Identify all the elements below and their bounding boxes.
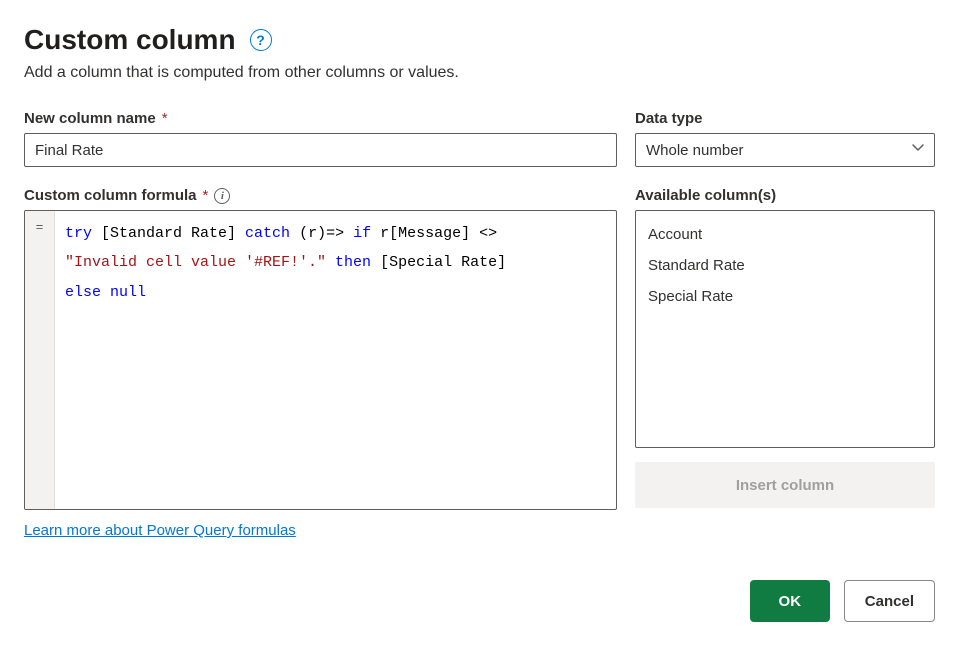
formula-gutter: = xyxy=(25,211,55,509)
learn-more-link[interactable]: Learn more about Power Query formulas xyxy=(24,522,296,539)
column-name-label: New column name * xyxy=(24,110,617,127)
available-columns-list[interactable]: Account Standard Rate Special Rate xyxy=(635,210,935,448)
info-icon[interactable]: i xyxy=(214,188,230,204)
help-icon[interactable]: ? xyxy=(250,29,272,51)
insert-column-button[interactable]: Insert column xyxy=(635,462,935,508)
required-star: * xyxy=(203,187,209,204)
column-name-label-text: New column name xyxy=(24,110,156,127)
available-columns-label: Available column(s) xyxy=(635,187,935,204)
dialog-subtitle: Add a column that is computed from other… xyxy=(24,64,935,82)
column-name-input[interactable] xyxy=(24,133,617,167)
formula-code[interactable]: try [Standard Rate] catch (r)=> if r[Mes… xyxy=(55,211,616,509)
list-item[interactable]: Standard Rate xyxy=(636,250,934,281)
dialog-title: Custom column xyxy=(24,24,236,56)
formula-label-text: Custom column formula xyxy=(24,187,197,204)
data-type-select[interactable]: Whole number xyxy=(635,133,935,167)
list-item[interactable]: Account xyxy=(636,219,934,250)
ok-button[interactable]: OK xyxy=(750,580,830,622)
cancel-button[interactable]: Cancel xyxy=(844,580,935,622)
list-item[interactable]: Special Rate xyxy=(636,281,934,312)
data-type-label: Data type xyxy=(635,110,935,127)
required-star: * xyxy=(162,110,168,127)
formula-label: Custom column formula * i xyxy=(24,187,617,204)
data-type-selected: Whole number xyxy=(646,142,744,159)
formula-editor[interactable]: = try [Standard Rate] catch (r)=> if r[M… xyxy=(24,210,617,510)
